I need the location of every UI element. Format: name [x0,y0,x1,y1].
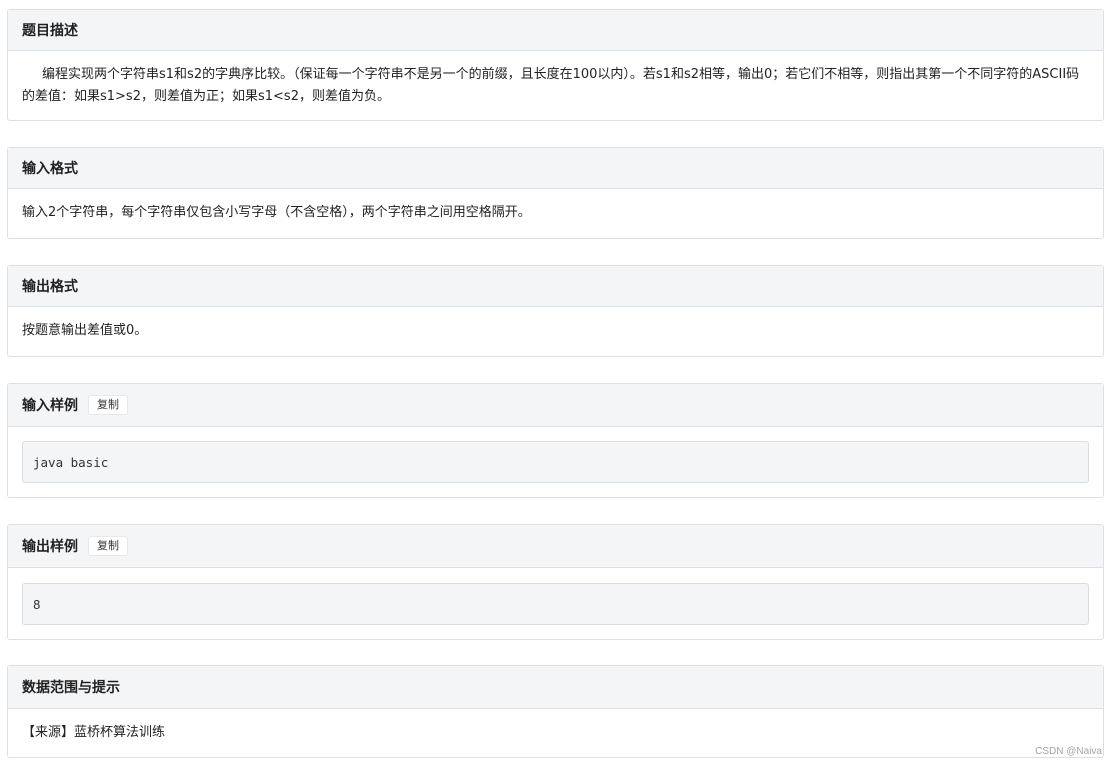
sample-input-code-text: java basic [33,454,109,470]
hints-header: 数据范围与提示 [8,666,1103,709]
sample-input-code[interactable]: java basic [22,441,1089,483]
input-format-header: 输入格式 [8,148,1103,189]
input-format-text: 输入2个字符串，每个字符串仅包含小写字母（不含空格），两个字符串之间用空格隔开。 [22,205,531,220]
description-text: 编程实现两个字符串s1和s2的字典序比较。（保证每一个字符串不是另一个的前缀，且… [22,67,1080,104]
sample-input-header: 输入样例 复制 [8,384,1103,427]
input-format-title: 输入格式 [22,161,78,177]
sample-output-panel: 输出样例 复制 8 [7,524,1104,640]
sample-input-title: 输入样例 [22,398,78,414]
hints-panel: 数据范围与提示 【来源】蓝桥杯算法训练 [7,665,1104,758]
hints-title: 数据范围与提示 [22,680,120,696]
sample-output-header: 输出样例 复制 [8,525,1103,568]
hints-text: 【来源】蓝桥杯算法训练 [22,725,166,740]
output-format-header: 输出格式 [8,266,1103,307]
csdn-watermark: CSDN @Naiva [1035,746,1102,757]
description-title: 题目描述 [22,23,78,39]
copy-sample-output-button[interactable]: 复制 [88,536,128,556]
description-header: 题目描述 [8,10,1103,51]
copy-sample-input-button[interactable]: 复制 [88,395,128,415]
output-format-title: 输出格式 [22,279,78,295]
output-format-panel: 输出格式 按题意输出差值或0。 [7,265,1104,357]
sample-output-code[interactable]: 8 [22,583,1089,625]
sample-output-code-text: 8 [33,596,41,612]
sample-output-title: 输出样例 [22,539,78,555]
input-format-panel: 输入格式 输入2个字符串，每个字符串仅包含小写字母（不含空格），两个字符串之间用… [7,147,1104,239]
sample-input-panel: 输入样例 复制 java basic [7,383,1104,498]
output-format-text: 按题意输出差值或0。 [22,323,148,338]
description-panel: 题目描述 编程实现两个字符串s1和s2的字典序比较。（保证每一个字符串不是另一个… [7,9,1104,121]
